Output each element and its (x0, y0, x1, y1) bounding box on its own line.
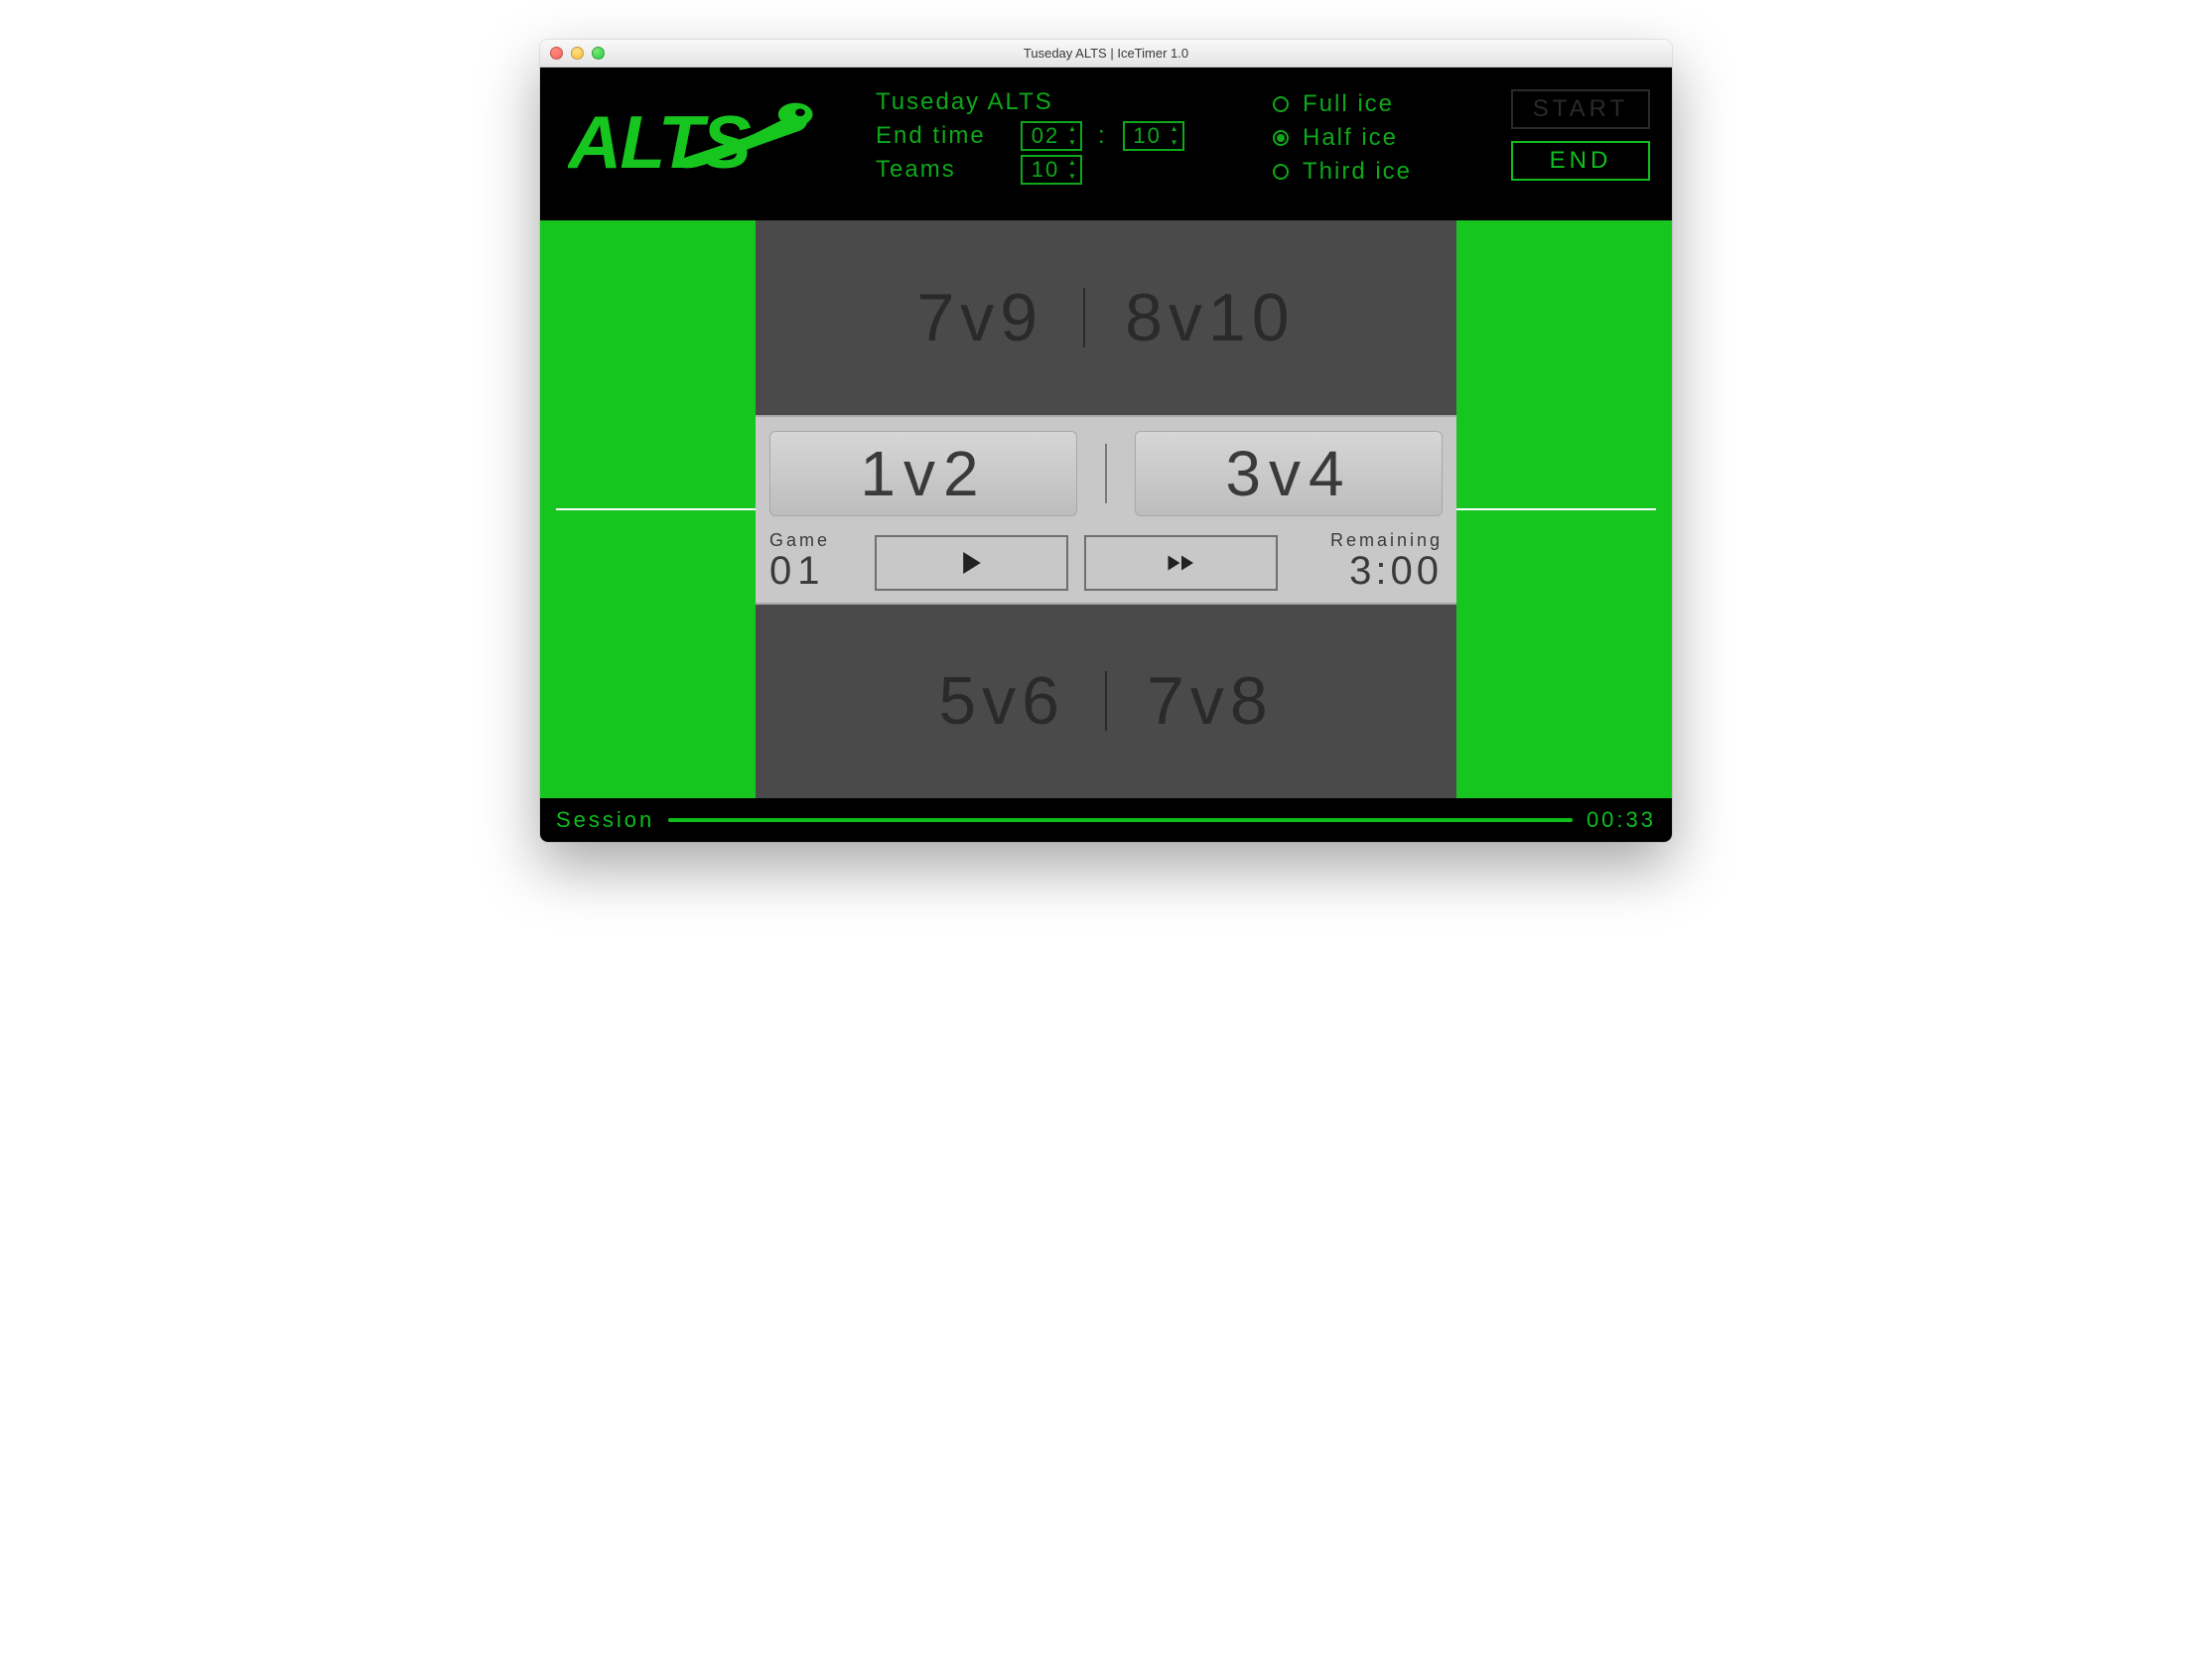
radio-icon (1273, 130, 1289, 146)
app-header: ALTS Tuseday ALTS End time 02 ▲▼ : 10 (540, 68, 1672, 220)
next-match-a: 5v6 (938, 662, 1065, 740)
next-matches-row: 5v6 7v8 (756, 605, 1456, 799)
main-area: 7v9 8v10 1v2 3v4 Game 01 (540, 220, 1672, 798)
settings-panel: Tuseday ALTS End time 02 ▲▼ : 10 ▲▼ Team… (876, 85, 1233, 187)
titlebar: Tuseday ALTS | IceTimer 1.0 (540, 40, 1672, 68)
end-time-hour-stepper[interactable]: 02 ▲▼ (1021, 121, 1082, 151)
end-button[interactable]: END (1511, 141, 1650, 181)
start-button[interactable]: START (1511, 89, 1650, 129)
radio-half-ice[interactable]: Half ice (1273, 121, 1471, 155)
radio-third-ice[interactable]: Third ice (1273, 155, 1471, 189)
svg-text:ALTS: ALTS (568, 100, 752, 184)
fast-forward-icon (1167, 552, 1196, 574)
current-match-card: 1v2 3v4 Game 01 (756, 415, 1456, 605)
action-buttons: START END (1511, 85, 1650, 181)
current-match-a[interactable]: 1v2 (769, 431, 1077, 516)
row-divider-icon (1105, 444, 1107, 503)
play-icon (961, 552, 983, 574)
schedule-panel: 7v9 8v10 1v2 3v4 Game 01 (756, 220, 1456, 798)
session-progress-bar[interactable] (668, 818, 1573, 822)
radio-icon (1273, 164, 1289, 180)
row-divider-icon (1083, 288, 1085, 347)
play-button[interactable] (875, 535, 1068, 591)
radio-icon (1273, 96, 1289, 112)
current-match-b[interactable]: 3v4 (1135, 431, 1443, 516)
stepper-arrows-icon: ▲▼ (1171, 125, 1180, 147)
session-footer: Session 00:33 (540, 798, 1672, 842)
ice-options: Full ice Half ice Third ice (1273, 85, 1471, 189)
app-window: Tuseday ALTS | IceTimer 1.0 ALTS Tuseday… (540, 40, 1672, 842)
teams-stepper[interactable]: 10 ▲▼ (1021, 155, 1082, 185)
skip-button[interactable] (1084, 535, 1278, 591)
next-match-b: 7v8 (1147, 662, 1274, 740)
row-divider-icon (1105, 671, 1107, 731)
window-title: Tuseday ALTS | IceTimer 1.0 (540, 40, 1672, 68)
stepper-arrows-icon: ▲▼ (1068, 125, 1078, 147)
prev-match-b: 8v10 (1125, 279, 1295, 356)
previous-matches-row: 7v9 8v10 (756, 220, 1456, 415)
time-colon: : (1098, 122, 1107, 150)
stepper-arrows-icon: ▲▼ (1068, 159, 1078, 181)
session-name: Tuseday ALTS (876, 88, 1053, 116)
prev-match-a: 7v9 (916, 279, 1043, 356)
session-label: Session (556, 807, 654, 833)
game-number-display: Game 01 (769, 530, 859, 591)
right-rink-panel (1456, 220, 1672, 798)
session-elapsed: 00:33 (1587, 807, 1656, 833)
remaining-time-display: Remaining 3:00 (1294, 530, 1443, 591)
logo: ALTS (568, 85, 836, 199)
radio-full-ice[interactable]: Full ice (1273, 87, 1471, 121)
end-time-min-stepper[interactable]: 10 ▲▼ (1123, 121, 1184, 151)
left-rink-panel (540, 220, 756, 798)
teams-label: Teams (876, 156, 1005, 184)
end-time-label: End time (876, 122, 1005, 150)
